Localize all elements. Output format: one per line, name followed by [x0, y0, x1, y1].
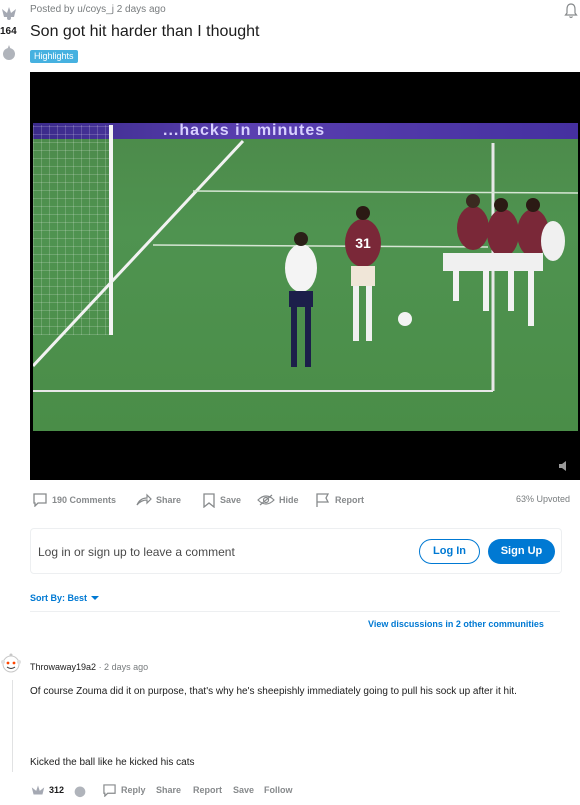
comment-body-paragraph-2: Kicked the ball like he kicked his cats — [30, 757, 195, 768]
post-flair[interactable]: Highlights — [30, 50, 78, 63]
comments-button[interactable]: 190 Comments — [32, 490, 116, 510]
comment-report-button[interactable]: Report — [193, 781, 222, 799]
comment-author[interactable]: Throwaway19a2 — [30, 662, 96, 672]
login-button[interactable]: Log In — [419, 539, 480, 564]
comment-save-button[interactable]: Save — [233, 781, 254, 799]
bell-icon[interactable] — [564, 3, 578, 19]
comment-share-button[interactable]: Share — [156, 781, 181, 799]
volume-icon[interactable] — [558, 460, 572, 472]
video-frame: ...hacks in minutes 31 — [33, 123, 578, 431]
video-player[interactable]: ...hacks in minutes 31 — [30, 72, 580, 480]
pitch-markings: 31 — [33, 139, 578, 392]
comment-icon — [103, 783, 116, 797]
post-actions: 190 Comments Share Save Hide Report 63% … — [30, 490, 575, 510]
upvote-icon — [31, 785, 45, 795]
comment-downvote-button[interactable] — [72, 781, 88, 799]
player-claret-31: 31 — [345, 206, 381, 341]
comment-follow-button[interactable]: Follow — [264, 781, 293, 799]
downvote-icon[interactable] — [0, 43, 18, 61]
post-score: 164 — [0, 26, 17, 37]
comment-time: · 2 days ago — [98, 662, 149, 672]
upvote-ratio: 63% Upvoted — [515, 494, 570, 504]
post-title[interactable]: Son got hit harder than I thought — [30, 23, 260, 41]
bookmark-icon — [203, 492, 215, 508]
comment-icon — [33, 493, 47, 507]
comment-upvote-button[interactable] — [30, 781, 46, 799]
flag-icon — [316, 492, 330, 507]
downvote-icon — [74, 786, 86, 798]
chevron-down-icon — [91, 596, 100, 600]
comments-count: 190 Comments — [52, 495, 117, 505]
share-label: Share — [156, 495, 182, 505]
login-prompt-text: Log in or sign up to leave a comment — [38, 545, 235, 559]
share-button[interactable]: Share — [136, 490, 181, 510]
svg-text:31: 31 — [355, 235, 371, 251]
save-label: Save — [220, 495, 242, 505]
hide-label: Hide — [279, 495, 299, 505]
save-button[interactable]: Save — [202, 490, 241, 510]
report-label: Report — [335, 495, 364, 505]
reply-button[interactable]: Reply — [102, 781, 146, 799]
comment-body-paragraph-1: Of course Zouma did it on purpose, that'… — [30, 686, 517, 697]
thread-line[interactable] — [12, 680, 13, 772]
sort-label: Sort By: Best — [30, 593, 88, 603]
view-discussions-link[interactable]: View discussions in 2 other communities — [368, 619, 544, 629]
vote-column: 164 — [0, 0, 22, 470]
divider — [30, 611, 560, 612]
hide-button[interactable]: Hide — [257, 490, 299, 510]
upvote-icon[interactable] — [0, 3, 18, 21]
report-button[interactable]: Report — [315, 490, 364, 510]
player-white — [285, 232, 317, 367]
share-icon — [136, 493, 152, 506]
avatar[interactable] — [0, 652, 22, 676]
post-meta: Posted by u/coys_j 2 days ago — [30, 4, 166, 15]
comment-header: Throwaway19a2 · 2 days ago — [30, 662, 148, 672]
reply-label: Reply — [121, 785, 146, 795]
players-group-right — [443, 194, 565, 326]
login-prompt-box: Log in or sign up to leave a comment Log… — [30, 528, 562, 574]
signup-button[interactable]: Sign Up — [488, 539, 555, 564]
comment-score: 312 — [49, 785, 65, 795]
eye-off-icon — [257, 494, 275, 506]
sort-dropdown[interactable]: Sort By: Best — [30, 593, 100, 603]
